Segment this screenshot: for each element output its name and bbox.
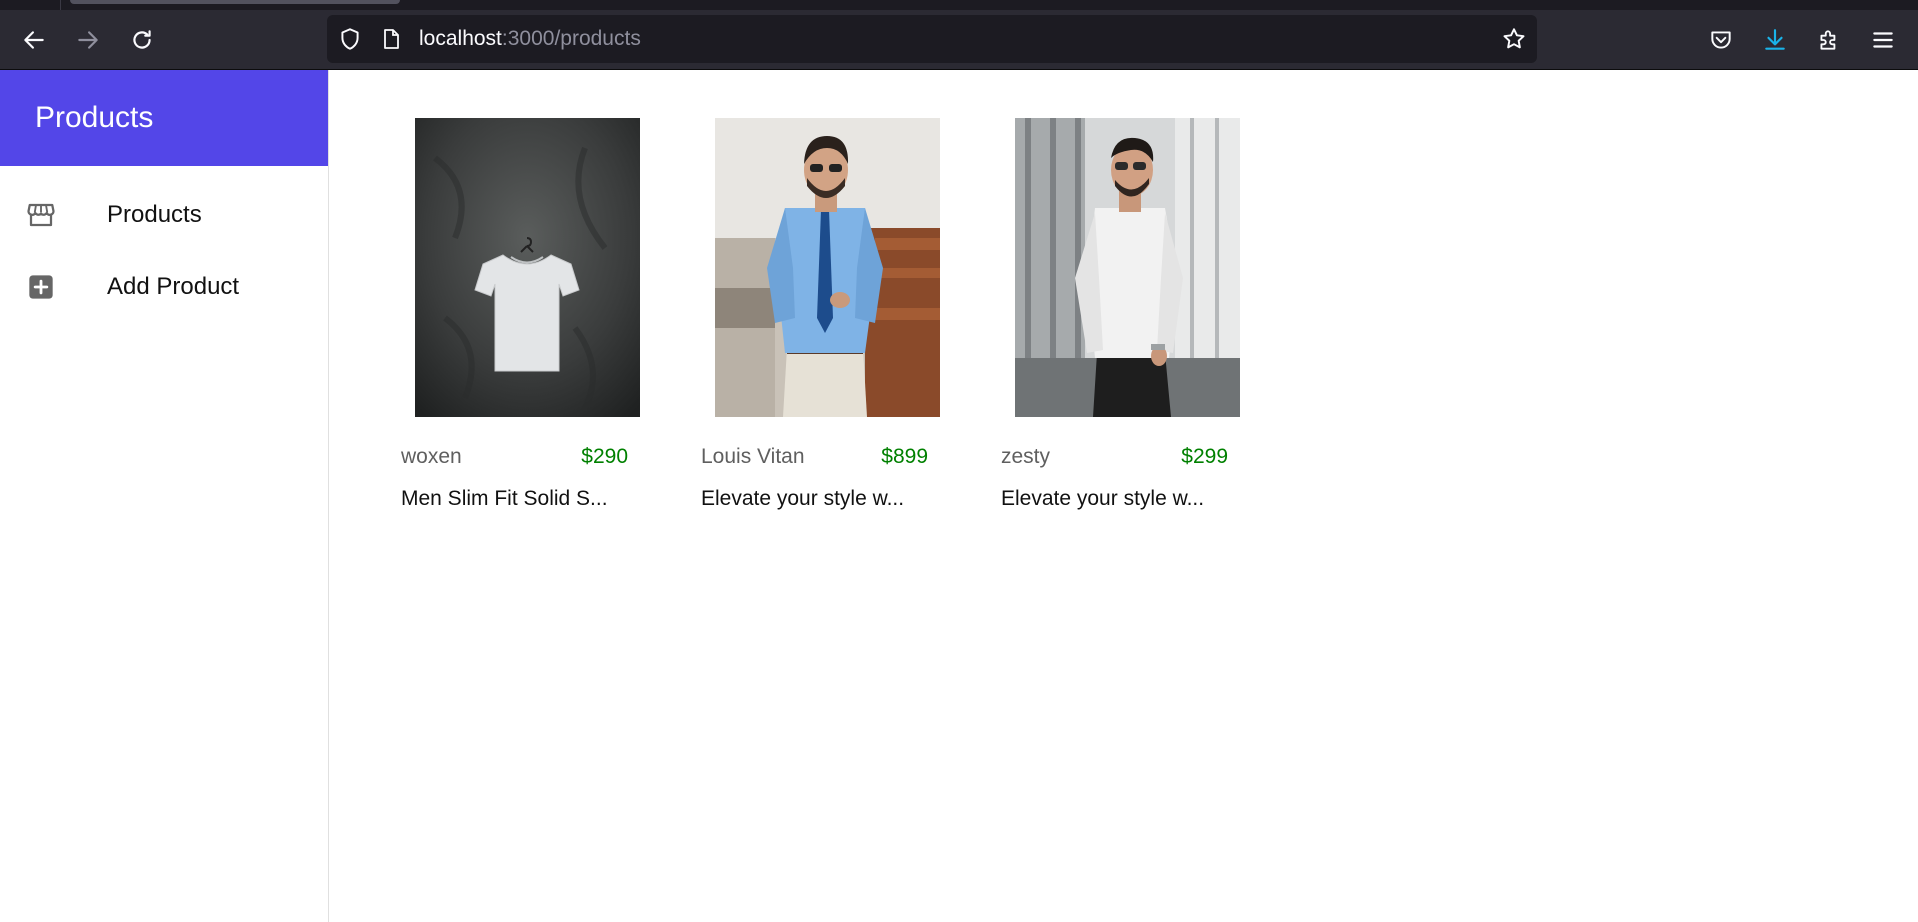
tshirt-image	[415, 118, 640, 417]
downloads-button[interactable]	[1753, 10, 1797, 69]
pocket-icon	[1711, 30, 1731, 49]
product-card[interactable]: zesty $299 Elevate your style w...	[1001, 118, 1261, 518]
puzzle-icon	[1820, 29, 1836, 50]
sidebar-title: Products	[35, 101, 154, 134]
url-path: :3000/products	[501, 27, 641, 50]
arrow-left-icon	[24, 30, 44, 49]
product-brand: zesty	[1001, 445, 1051, 468]
shield-icon[interactable]	[337, 15, 363, 63]
browser-toolbar: localhost:3000/products	[0, 10, 1918, 70]
product-description: Elevate your style w...	[1001, 487, 1205, 510]
product-brand: woxen	[401, 445, 462, 468]
product-description: Men Slim Fit Solid S...	[401, 487, 608, 510]
store-icon	[26, 200, 56, 230]
plus-square-icon	[26, 272, 56, 302]
reload-icon	[133, 29, 151, 49]
man-blue-shirt-image	[715, 118, 940, 417]
product-image[interactable]	[1015, 118, 1240, 417]
tab-strip	[0, 0, 1918, 10]
url-text[interactable]: localhost:3000/products	[419, 15, 641, 63]
back-button[interactable]	[12, 10, 56, 69]
sidebar-item-products[interactable]: Products	[0, 185, 328, 245]
page-icon[interactable]	[379, 15, 403, 63]
url-host: localhost	[419, 27, 502, 50]
product-price: $299	[1181, 445, 1228, 468]
menu-button[interactable]	[1861, 10, 1905, 69]
extensions-button[interactable]	[1807, 10, 1851, 69]
arrow-right-icon	[78, 30, 98, 49]
download-icon	[1765, 28, 1785, 50]
product-card[interactable]: Louis Vitan $899 Elevate your style w...	[701, 118, 961, 518]
pocket-button[interactable]	[1699, 10, 1743, 69]
url-bar[interactable]: localhost:3000/products	[327, 15, 1537, 63]
reload-button[interactable]	[120, 10, 164, 69]
product-description: Elevate your style w...	[701, 487, 905, 510]
forward-button[interactable]	[66, 10, 110, 69]
sidebar: Products Products Add Product	[0, 70, 329, 922]
active-tab[interactable]	[70, 0, 400, 4]
product-image[interactable]	[415, 118, 640, 417]
product-price: $899	[881, 445, 928, 468]
sidebar-item-label: Add Product	[107, 273, 240, 300]
tab-separator	[60, 0, 61, 10]
sidebar-item-add-product[interactable]: Add Product	[0, 257, 328, 317]
product-card[interactable]: woxen $290 Men Slim Fit Solid S...	[401, 118, 661, 518]
man-white-shirt-image	[1015, 118, 1240, 417]
bookmark-star-icon[interactable]	[1501, 15, 1527, 63]
product-price: $290	[581, 445, 628, 468]
sidebar-item-label: Products	[107, 201, 202, 228]
hamburger-menu-icon	[1873, 31, 1893, 48]
product-image[interactable]	[715, 118, 940, 417]
product-brand: Louis Vitan	[701, 445, 805, 468]
sidebar-header: Products	[0, 70, 328, 166]
